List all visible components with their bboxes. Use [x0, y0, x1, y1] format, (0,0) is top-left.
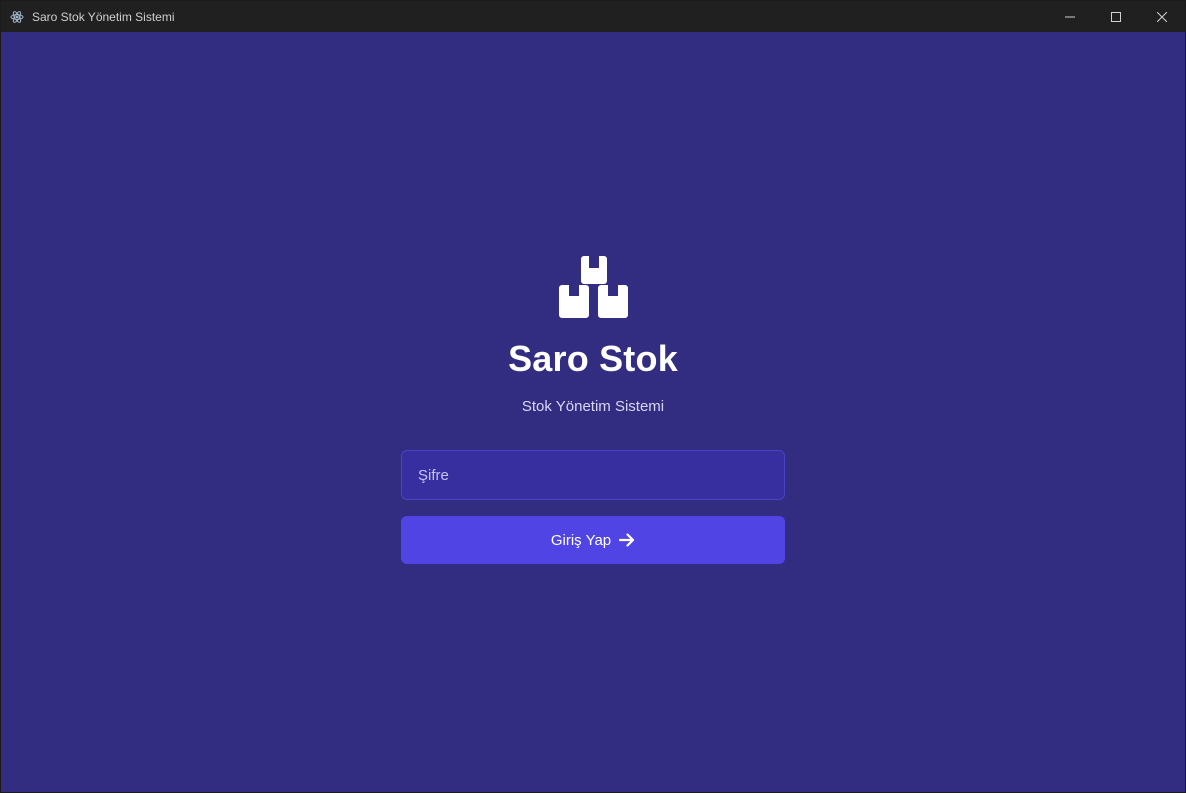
window-title: Saro Stok Yönetim Sistemi: [32, 9, 175, 24]
login-screen: Saro Stok Stok Yönetim Sistemi Giriş Yap: [1, 32, 1185, 792]
app-subtitle: Stok Yönetim Sistemi: [521, 398, 665, 415]
minimize-button[interactable]: [1047, 1, 1093, 32]
title-bar[interactable]: Saro Stok Yönetim Sistemi: [1, 1, 1185, 32]
password-input[interactable]: [401, 450, 785, 500]
maximize-icon: [1111, 11, 1121, 22]
login-button-label: Giriş Yap: [550, 531, 612, 549]
app-name: Saro Stok: [508, 338, 678, 379]
maximize-button[interactable]: [1093, 1, 1139, 32]
close-icon: [1157, 11, 1167, 22]
login-button[interactable]: Giriş Yap: [401, 516, 785, 564]
close-button[interactable]: [1139, 1, 1185, 32]
app-window: Saro Stok Yönetim Sistemi Saro Stok Stok…: [0, 0, 1186, 793]
arrow-right-icon: [619, 533, 635, 547]
boxes-icon: [559, 256, 628, 318]
minimize-icon: [1065, 16, 1075, 17]
window-controls: [1047, 1, 1185, 32]
electron-icon: [10, 10, 24, 24]
